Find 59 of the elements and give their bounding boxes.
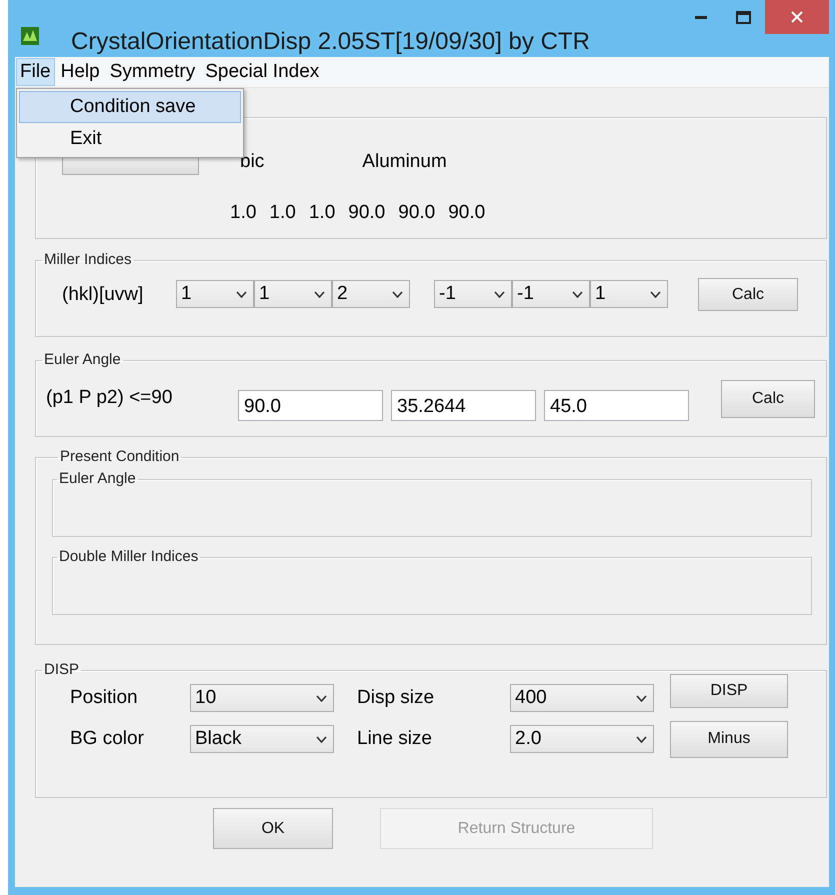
- menu-item[interactable]: Symmetry: [106, 58, 200, 86]
- calc-button[interactable]: Calc: [721, 380, 815, 418]
- group-title: Euler Angle: [58, 471, 137, 487]
- dropdown[interactable]: 2: [332, 280, 410, 308]
- lattice-value: 90.0: [448, 201, 486, 225]
- text-field[interactable]: 90.0: [238, 390, 383, 421]
- menu-item[interactable]: File: [16, 58, 55, 86]
- dropdown[interactable]: 400: [510, 684, 654, 712]
- close-icon: [791, 11, 803, 23]
- dropdown[interactable]: 1: [590, 280, 668, 308]
- chevron-icon: [316, 736, 327, 742]
- ok-button[interactable]: OK: [213, 808, 333, 849]
- euler-label: (p1 P p2) <=90: [46, 386, 174, 410]
- chevron-icon: [572, 290, 583, 298]
- dropdown[interactable]: -1: [434, 280, 512, 308]
- menu-item[interactable]: Help: [56, 58, 104, 86]
- dropdown[interactable]: -1: [512, 280, 590, 308]
- calc-button[interactable]: Calc: [698, 278, 798, 311]
- menu-item[interactable]: Condition save: [19, 91, 241, 123]
- window-title: CrystalOrientationDisp 2.05ST[19/09/30] by CTR: [71, 27, 590, 57]
- lattice-value: 1.0: [269, 201, 296, 225]
- chevron-icon: [392, 290, 403, 298]
- app-icon: [21, 27, 39, 45]
- maximize-icon: [736, 10, 750, 24]
- chevron-icon: [636, 694, 647, 702]
- material-text: Aluminum: [362, 150, 447, 174]
- dropdown[interactable]: 1: [254, 280, 332, 308]
- dropdown[interactable]: Black: [190, 725, 334, 753]
- group-title: Miller Indices: [43, 252, 133, 268]
- minimize-icon: [695, 15, 707, 19]
- group-title: DISP: [43, 662, 80, 678]
- chevron-icon: [316, 694, 327, 702]
- disp-button[interactable]: Minus: [670, 720, 788, 758]
- field-label: Line size: [357, 726, 433, 751]
- chevron-icon: [650, 290, 661, 298]
- field-label: Position: [70, 686, 139, 710]
- group-title: Double Miller Indices: [58, 549, 200, 565]
- dropdown[interactable]: 10: [190, 684, 334, 712]
- dropdown[interactable]: 2.0: [510, 725, 654, 753]
- lattice-value: 90.0: [398, 201, 436, 225]
- field-label: BG color: [70, 726, 145, 751]
- group-title: Euler Angle: [43, 352, 122, 368]
- chevron-icon: [236, 290, 247, 298]
- field-label: Disp size: [357, 686, 436, 710]
- close-button[interactable]: [765, 0, 829, 34]
- text-field[interactable]: 35.2644: [391, 390, 536, 421]
- menu-item[interactable]: Exit: [19, 123, 241, 155]
- lattice-value: 90.0: [348, 201, 386, 225]
- text-field[interactable]: 45.0: [544, 390, 689, 421]
- lattice-value: 1.0: [308, 201, 336, 225]
- lattice-value: 1.0: [230, 201, 256, 225]
- chevron-icon: [636, 736, 647, 742]
- dropdown[interactable]: 1: [176, 280, 254, 308]
- miller-label: (hkl)[uvw]: [62, 283, 144, 307]
- chevron-icon: [314, 290, 325, 298]
- chevron-icon: [494, 290, 505, 298]
- menu-item[interactable]: Special Index: [201, 58, 324, 86]
- group-title: Present Condition: [59, 449, 180, 465]
- disp-button[interactable]: DISP: [670, 674, 788, 708]
